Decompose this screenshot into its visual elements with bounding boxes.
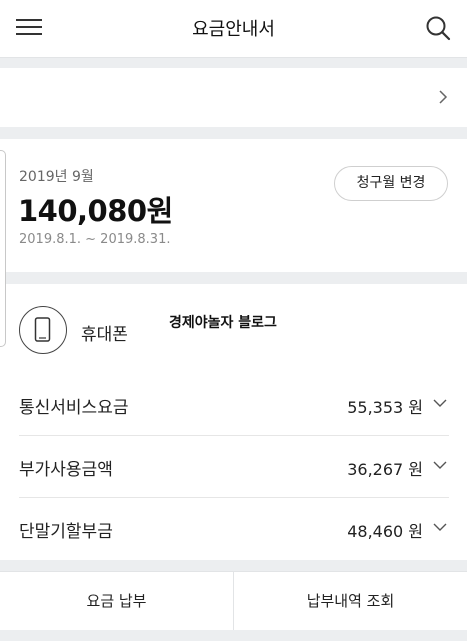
smartphone-icon: [19, 306, 67, 354]
charge-row-additional[interactable]: 부가사용금액 36,267 원: [19, 435, 449, 498]
account-selector-card[interactable]: [0, 68, 467, 127]
page-title: 요금안내서: [192, 19, 275, 40]
chevron-down-icon[interactable]: [433, 398, 447, 408]
app-header: 요금안내서: [0, 0, 467, 58]
charge-label: 부가사용금액: [19, 460, 113, 480]
watermark-text: 경제야놀자 블로그: [169, 315, 277, 331]
device-label: 휴대폰: [81, 325, 128, 345]
bottom-action-bar: 요금 납부 납부내역 조회: [0, 571, 467, 630]
total-amount: 140,080원: [18, 194, 173, 228]
search-icon[interactable]: [424, 14, 452, 42]
charge-label: 단말기할부금: [19, 522, 113, 542]
charge-value: 55,353 원: [347, 398, 423, 417]
charge-value: 48,460 원: [347, 522, 423, 541]
payment-history-button[interactable]: 납부내역 조회: [234, 572, 467, 630]
billing-month: 2019년 9월: [19, 169, 94, 185]
change-billing-month-button[interactable]: 청구월 변경: [334, 166, 448, 201]
pay-bill-button[interactable]: 요금 납부: [0, 572, 234, 630]
side-panel-edge[interactable]: [0, 150, 6, 347]
charge-label: 통신서비스요금: [19, 398, 129, 418]
chevron-right-icon[interactable]: [436, 88, 450, 106]
chevron-down-icon[interactable]: [433, 522, 447, 532]
chevron-down-icon[interactable]: [433, 460, 447, 470]
charge-row-device-installment[interactable]: 단말기할부금 48,460 원: [19, 497, 449, 559]
charge-row-telecom[interactable]: 통신서비스요금 55,353 원: [19, 373, 449, 436]
charge-value: 36,267 원: [347, 460, 423, 479]
billing-period: 2019.8.1. ~ 2019.8.31.: [19, 232, 171, 247]
